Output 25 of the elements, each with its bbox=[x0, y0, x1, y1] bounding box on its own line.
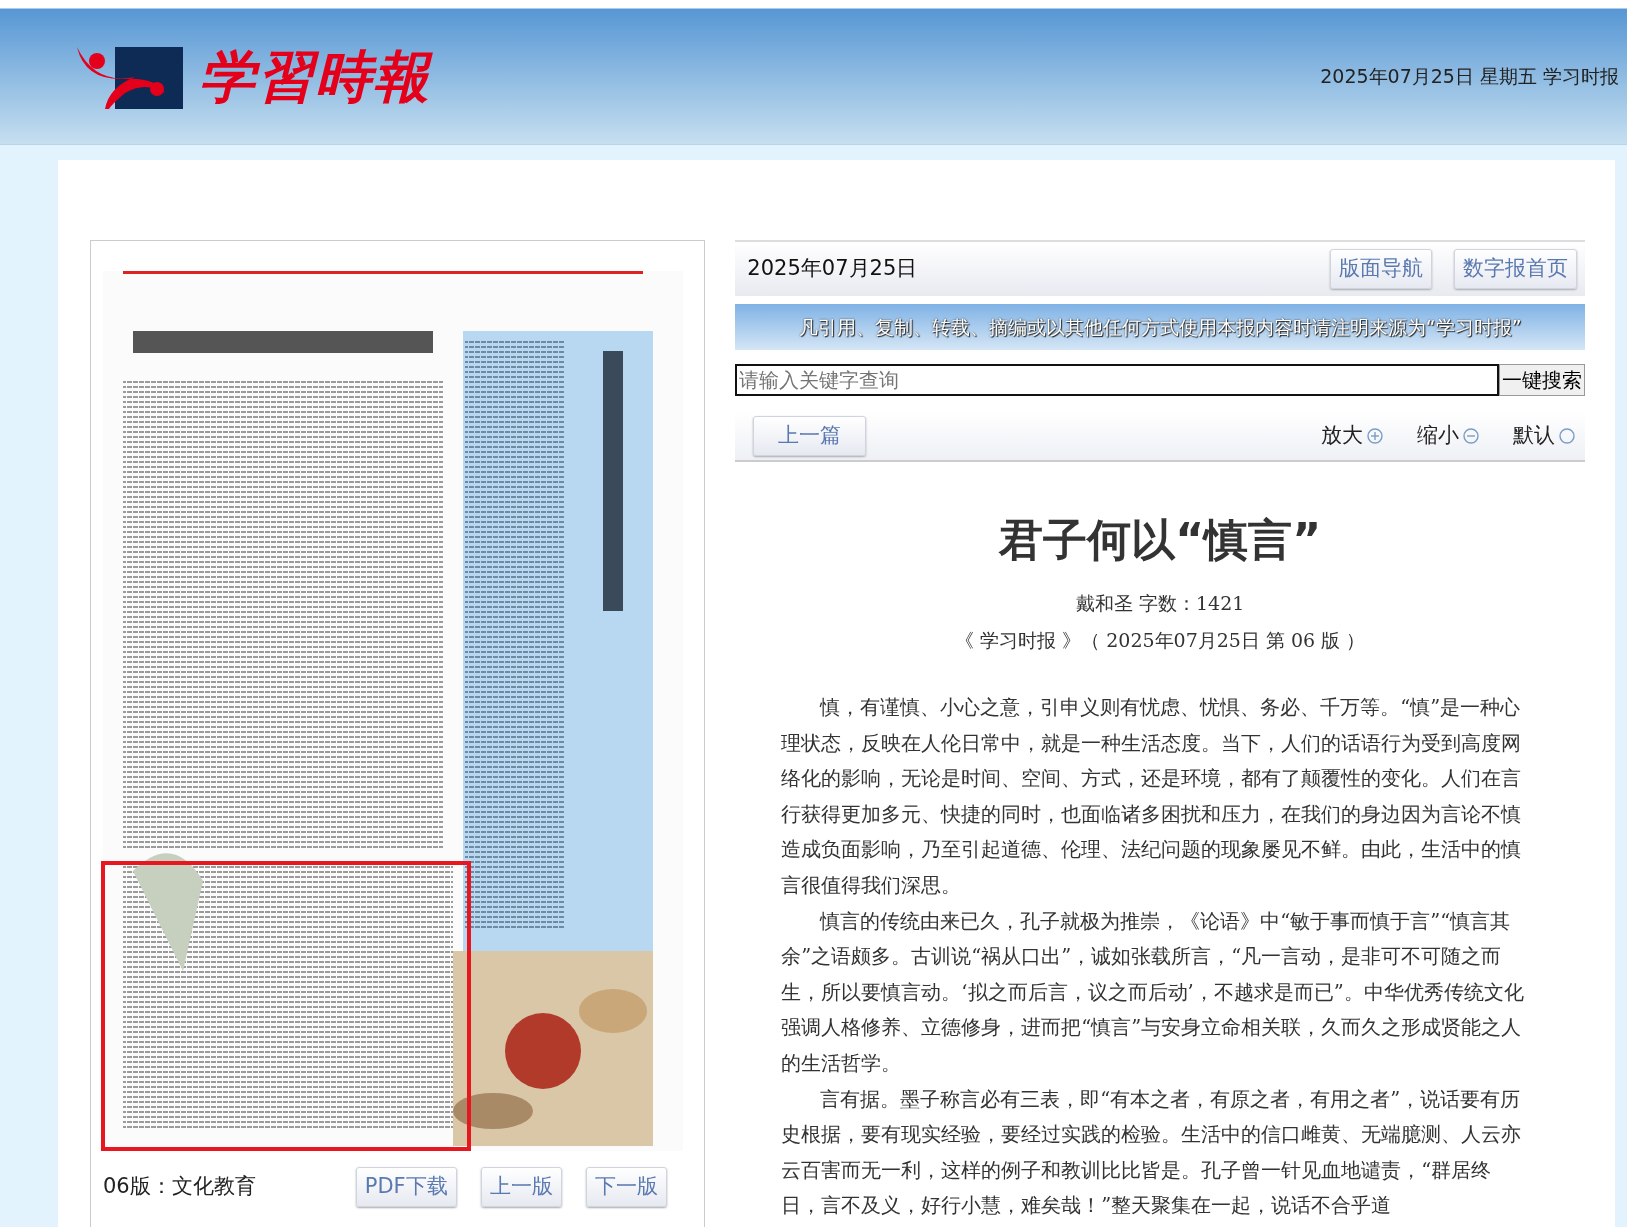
search-field[interactable]: 请输入关键字查询 bbox=[735, 364, 1499, 396]
article-paragraph: 慎言的传统由来已久，孔子就极为推崇，《论语》中“敏于事而慎于言”“慎言其余”之语颇多。古训说“祸从口出”，诚如张载所言，“凡一言动，是非可不可随之而生，所以要慎言动。‘拟之而后言，议之而后动’，不越求是而已”。中华优秀传统文化强调人格修养、立德修身，进而把“慎言”与安身立命相关联，久而久之形成贤能之人的生活哲学。 bbox=[781, 908, 1525, 1077]
zoom-in-icon bbox=[1367, 428, 1383, 444]
issue-date: 2025年07月25日 bbox=[747, 255, 918, 283]
logo-text: 学習時報 bbox=[199, 42, 431, 111]
previous-article-button[interactable]: 上一篇 bbox=[753, 416, 867, 456]
font-size-control[interactable]: 缩小 bbox=[1417, 420, 1479, 452]
font-size-control[interactable]: 放大 bbox=[1321, 420, 1383, 452]
article-paragraph: 慎，有谨慎、小心之意，引申义则有忧虑、忧惧、务必、千万等。“慎”是一种心理状态，反映在人伦日常中，就是一种生活态度。当下，人们的话语行为受到高度网络化的影响，无论是时间、空间、方式，还是环境，都有了颠覆性的变化。人们在言行获得更加多元、快捷的同时，也面临诸多困扰和压力，在我们的身边因为言论不慎造成负面影响，乃至引起道德、伦理、法纪问题的现象屡见不鲜。由此，生活中的慎言很值得我们深思。 bbox=[781, 695, 1523, 899]
zoom-out-icon bbox=[1463, 428, 1479, 444]
article-paragraph: 言有据。墨子称言必有三表，即“有本之者，有原之者，有用之者”，说话要有历史根据，要有现实经验，要经过实践的检验。生活中的信口雌黄、无端臆测、人云亦云百害而无一利，这样的例子和教训比比皆是。孔子曾一针见血地谴责，“群居终日，言不及义，好行小慧，难矣哉！”整天聚集在一起，说话不合乎道 bbox=[781, 1086, 1523, 1220]
byline: 戴和圣 字数：1421 bbox=[1075, 592, 1245, 614]
circle-icon bbox=[1559, 428, 1575, 444]
nav-button[interactable]: 数字报首页 bbox=[1454, 249, 1577, 289]
date-line: 2025年07月25日 星期五 学习时报 bbox=[1320, 63, 1619, 89]
source-line: 《 学习时报 》（ 2025年07月25日 第 06 版 ） bbox=[955, 628, 1366, 651]
nav-button[interactable]: 版面导航 bbox=[1330, 249, 1432, 289]
previous-page-button[interactable]: 上一版 bbox=[480, 1167, 562, 1207]
article-title: 君子何以“慎言” bbox=[997, 513, 1323, 567]
pdf-download-button[interactable]: PDF下载 bbox=[355, 1167, 457, 1207]
next-page-button[interactable]: 下一版 bbox=[585, 1167, 667, 1207]
search-button[interactable]: 一键搜索 bbox=[1499, 364, 1585, 396]
edition-label: 06版：文化教育 bbox=[103, 1173, 256, 1200]
copyright-notice: 凡引用、复制、转载、摘编或以其他任何方式使用本报内容时请注明来源为“学习时报” bbox=[735, 304, 1585, 350]
font-size-control[interactable]: 默认 bbox=[1513, 420, 1575, 452]
